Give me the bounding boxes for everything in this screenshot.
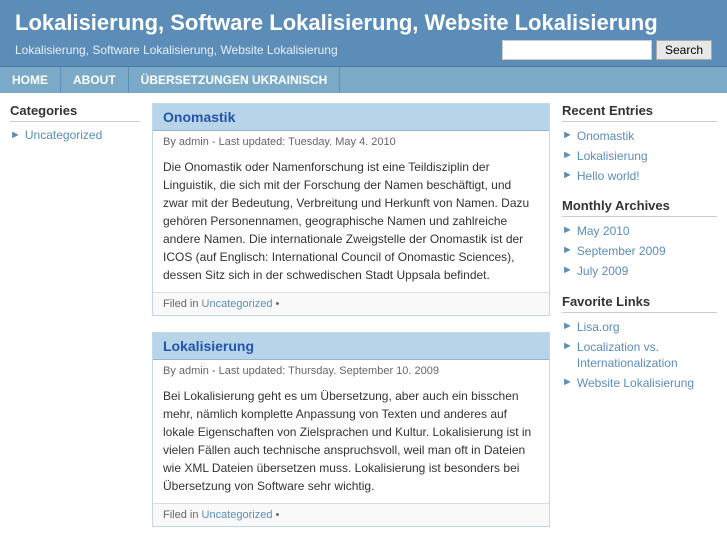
fav-link-1[interactable]: Localization vs. Internationalization [577, 339, 717, 373]
header-bottom: Lokalisierung, Software Lokalisierung, W… [15, 40, 712, 60]
arrow-icon: ► [562, 320, 573, 332]
post-body-onomastik: Die Onomastik oder Namenforschung ist ei… [153, 152, 549, 292]
sidebar-right: Recent Entries ► Onomastik ► Lokalisieru… [562, 103, 717, 543]
recent-entry-1: ► Lokalisierung [562, 148, 717, 165]
arrow-icon: ► [562, 149, 573, 161]
uncategorized-link[interactable]: Uncategorized [25, 128, 102, 142]
site-title: Lokalisierung, Software Lokalisierung, W… [15, 10, 712, 36]
arrow-icon: ► [562, 129, 573, 141]
nav-item-uebersetzungen[interactable]: ÜBERSETZUNGEN UKRAINISCH [129, 67, 341, 93]
archive-link-1[interactable]: September 2009 [577, 243, 666, 260]
recent-entry-link-2[interactable]: Hello world! [577, 168, 640, 185]
search-input[interactable] [502, 40, 652, 60]
fav-link-item-0: ► Lisa.org [562, 319, 717, 336]
post-meta-onomastik: By admin - Last updated: Tuesday. May 4.… [153, 131, 549, 152]
nav-item-about[interactable]: ABOUT [61, 67, 129, 93]
categories-title: Categories [10, 103, 140, 122]
archive-item-0: ► May 2010 [562, 223, 717, 240]
nav: HOME ABOUT ÜBERSETZUNGEN UKRAINISCH [0, 66, 727, 93]
arrow-icon: ► [562, 376, 573, 388]
recent-entry-link-0[interactable]: Onomastik [577, 128, 634, 145]
post-title-lokalisierung[interactable]: Lokalisierung [153, 333, 549, 360]
favorite-links-section: Favorite Links ► Lisa.org ► Localization… [562, 294, 717, 392]
site-subtitle: Lokalisierung, Software Lokalisierung, W… [15, 43, 338, 57]
recent-entry-0: ► Onomastik [562, 128, 717, 145]
post-footer-lokalisierung: Filed in Uncategorized • [153, 503, 549, 526]
monthly-archives-section: Monthly Archives ► May 2010 ► September … [562, 198, 717, 279]
favorite-links-title: Favorite Links [562, 294, 717, 313]
arrow-icon: ► [562, 224, 573, 236]
post-footer-prefix-1: Filed in [163, 298, 198, 310]
archive-link-2[interactable]: July 2009 [577, 263, 628, 280]
post-footer-bullet-2: • [276, 509, 280, 521]
main-content: Onomastik By admin - Last updated: Tuesd… [152, 103, 550, 543]
arrow-icon: ► [562, 244, 573, 256]
post-lokalisierung: Lokalisierung By admin - Last updated: T… [152, 332, 550, 527]
arrow-icon: ► [562, 169, 573, 181]
post-meta-lokalisierung: By admin - Last updated: Thursday. Septe… [153, 360, 549, 381]
recent-entries-title: Recent Entries [562, 103, 717, 122]
post-footer-bullet-1: • [276, 298, 280, 310]
header: Lokalisierung, Software Lokalisierung, W… [0, 0, 727, 66]
nav-item-home[interactable]: HOME [0, 67, 61, 93]
recent-entries-section: Recent Entries ► Onomastik ► Lokalisieru… [562, 103, 717, 184]
search-button[interactable]: Search [656, 40, 712, 60]
arrow-icon: ► [10, 129, 21, 141]
sidebar-item-uncategorized: ► Uncategorized [10, 128, 140, 142]
archive-item-1: ► September 2009 [562, 243, 717, 260]
fav-link-item-2: ► Website Lokalisierung [562, 375, 717, 392]
archive-item-2: ► July 2009 [562, 263, 717, 280]
recent-entry-2: ► Hello world! [562, 168, 717, 185]
search-form: Search [502, 40, 712, 60]
monthly-archives-title: Monthly Archives [562, 198, 717, 217]
post-title-onomastik[interactable]: Onomastik [153, 104, 549, 131]
post-footer-onomastik: Filed in Uncategorized • [153, 292, 549, 315]
fav-link-item-1: ► Localization vs. Internationalization [562, 339, 717, 373]
fav-link-2[interactable]: Website Lokalisierung [577, 375, 694, 392]
archive-link-0[interactable]: May 2010 [577, 223, 630, 240]
post-footer-prefix-2: Filed in [163, 509, 198, 521]
arrow-icon: ► [562, 340, 573, 352]
post-footer-cat-2[interactable]: Uncategorized [202, 509, 273, 521]
fav-link-0[interactable]: Lisa.org [577, 319, 620, 336]
post-footer-cat-1[interactable]: Uncategorized [202, 298, 273, 310]
content-wrapper: Categories ► Uncategorized Onomastik By … [0, 93, 727, 553]
arrow-icon: ► [562, 264, 573, 276]
post-onomastik: Onomastik By admin - Last updated: Tuesd… [152, 103, 550, 316]
post-body-lokalisierung: Bei Lokalisierung geht es um Übersetzung… [153, 381, 549, 503]
sidebar-left: Categories ► Uncategorized [10, 103, 140, 543]
recent-entry-link-1[interactable]: Lokalisierung [577, 148, 648, 165]
